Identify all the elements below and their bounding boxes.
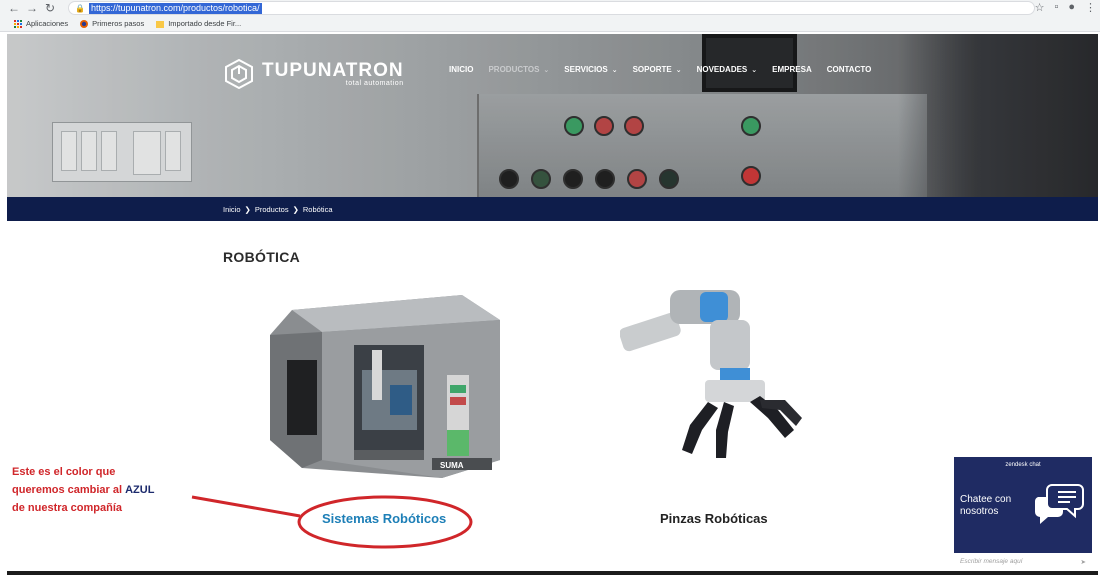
chat-input-placeholder: Escribir mensaje aquí	[960, 558, 1023, 565]
chevron-down-icon: ⌄	[611, 66, 618, 74]
nav-contacto[interactable]: CONTACTO	[827, 65, 872, 74]
footer-edge	[7, 571, 1098, 575]
chat-widget[interactable]: zendesk chat Chatee con nosotros Escribi…	[954, 457, 1092, 570]
brand-tagline: total automation	[345, 79, 404, 87]
chevron-down-icon: ⌄	[675, 66, 682, 74]
hexagon-logo-icon	[225, 59, 253, 89]
chat-widget-text: Chatee con nosotros	[960, 494, 1012, 517]
nav-soporte[interactable]: SOPORTE ⌄	[633, 65, 682, 74]
nav-novedades[interactable]: NOVEDADES ⌄	[697, 65, 758, 74]
chevron-down-icon: ⌄	[543, 66, 550, 74]
nav-inicio[interactable]: INICIO	[449, 65, 473, 74]
chat-bubble-icon	[1034, 484, 1084, 524]
brand-name: TUPUNATRON	[262, 59, 404, 81]
send-icon[interactable]: ➤	[1081, 558, 1086, 566]
chevron-down-icon: ⌄	[751, 66, 758, 74]
nav-empresa[interactable]: EMPRESA	[772, 65, 812, 74]
chat-message-input[interactable]: Escribir mensaje aquí ➤	[954, 553, 1092, 570]
nav-servicios[interactable]: SERVICIOS ⌄	[564, 65, 617, 74]
chat-widget-title: zendesk chat	[1005, 462, 1041, 468]
nav-productos[interactable]: PRODUCTOS ⌄	[488, 65, 549, 74]
main-nav: INICIO PRODUCTOS ⌄ SERVICIOS ⌄ SOPORTE ⌄ NO…	[449, 65, 886, 74]
brand-logo[interactable]: TUPUNATRON total automation	[224, 59, 404, 89]
annotation-overlay	[191, 495, 473, 549]
